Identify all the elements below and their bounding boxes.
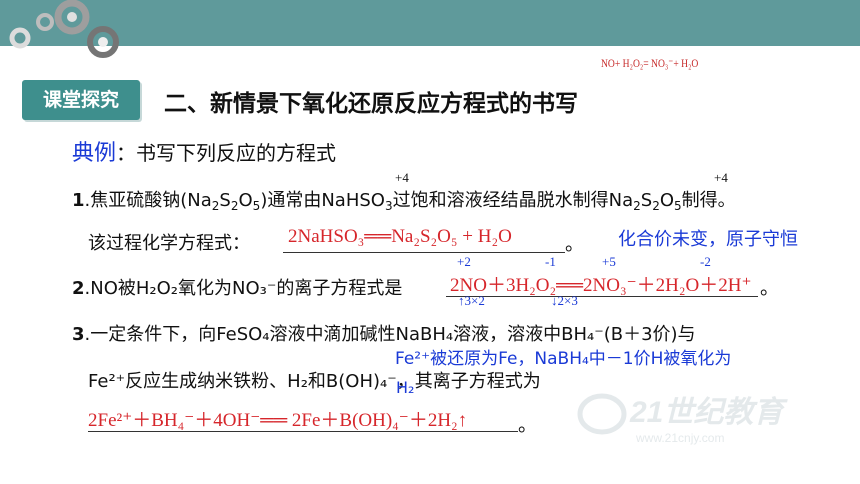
- q1-text: S: [640, 190, 653, 211]
- q1-prompt: 该过程化学方程式：: [88, 233, 250, 254]
- decorative-rings-icon: [9, 0, 119, 58]
- q1-sub: 2: [230, 199, 239, 213]
- watermark-text: 21世纪教育: [629, 395, 788, 429]
- q1-text: S: [219, 190, 231, 211]
- q1-end: 。: [565, 233, 585, 255]
- q1-text: O: [238, 190, 253, 211]
- q1-sub: 2: [652, 199, 660, 213]
- q1-question: 1.焦亚硫酸钠(Na2S2O5)通常由NaHSO3过饱和溶液经结晶脱水制得Na2…: [72, 186, 736, 213]
- q3-answer-underline: [88, 431, 518, 432]
- watermark-logo: 21世纪教育 www.21cnjy.com: [577, 393, 788, 445]
- q1-note: 化合价未变，原子守恒: [618, 229, 798, 250]
- page-title: 二、新情景下氧化还原反应方程式的书写: [164, 91, 578, 117]
- q2-answer-underline: [446, 296, 758, 297]
- corner-equation-note: NO+ H₂O₂= NO₃⁻+ H₂O: [601, 56, 699, 70]
- q3-note: Fe²⁺被还原为Fe，NaBH₄中－1价H被氧化为: [395, 349, 732, 369]
- q2-arrow-down: ↓2×3: [551, 293, 578, 308]
- q2-answer: 2NO＋3H₂O₂══2NO₃⁻＋2H₂O＋2H⁺: [450, 275, 752, 296]
- q1-sub: 3: [384, 199, 393, 213]
- q1-text: 制得。: [681, 190, 736, 211]
- intro-line: 典例：书写下列反应的方程式: [72, 135, 336, 167]
- q1-number: 1: [72, 190, 85, 211]
- q2-arrow-up: ↑3×2: [458, 293, 485, 308]
- q1-answer: 2NaHSO₃══Na₂S₂O₅ + H₂O: [288, 226, 512, 247]
- q1-text: O: [659, 190, 674, 211]
- q3-answer: 2Fe²⁺＋BH₄⁻＋4OH⁻══ 2Fe＋B(OH)₄⁻＋2H₂↑: [88, 410, 468, 431]
- q2-end: 。: [760, 277, 780, 299]
- q1-text: 过饱和溶液经结晶脱水制得Na: [392, 190, 634, 211]
- q2-ox-plus2: +2: [457, 254, 471, 269]
- q2-question: 2.NO被H₂O₂氧化为NO₃⁻的离子方程式是: [72, 274, 402, 300]
- q1-sub: 5: [674, 199, 682, 213]
- q1-oxidation-state-2: +4: [714, 170, 728, 185]
- q2-ox-minus2: -2: [700, 254, 711, 269]
- q2-number: 2: [72, 278, 85, 299]
- q1-text: .焦亚硫酸钠(Na: [84, 190, 212, 211]
- example-label: 典例: [72, 141, 117, 166]
- q3-number: 3: [72, 324, 85, 345]
- q3-text-line1: .一定条件下，向FeSO₄溶液中滴加碱性NaBH₄溶液，溶液中BH₄⁻(B＋3价…: [84, 324, 696, 345]
- watermark-url: www.21cnjy.com: [635, 431, 724, 445]
- q1-oxidation-state-1: +4: [395, 170, 409, 185]
- q2-ox-plus5: +5: [602, 254, 616, 269]
- q1-sub: 2: [633, 199, 641, 213]
- q3-note-h2: H₂: [396, 378, 415, 397]
- q2-text: .NO被H₂O₂氧化为NO₃⁻的离子方程式是: [84, 278, 403, 299]
- q3-question-line2: Fe²⁺反应生成纳米铁粉、H₂和B(OH)₄⁻，其离子方程式为: [88, 371, 541, 392]
- q3-end: 。: [518, 414, 538, 436]
- section-tag: 课堂探究: [22, 80, 140, 120]
- intro-text: ：书写下列反应的方程式: [116, 141, 337, 165]
- q2-ox-minus1: -1: [545, 254, 556, 269]
- q1-answer-underline: [283, 252, 565, 253]
- q3-question-line1: 3.一定条件下，向FeSO₄溶液中滴加碱性NaBH₄溶液，溶液中BH₄⁻(B＋3…: [72, 320, 696, 346]
- q1-text: )通常由NaHSO: [260, 190, 385, 211]
